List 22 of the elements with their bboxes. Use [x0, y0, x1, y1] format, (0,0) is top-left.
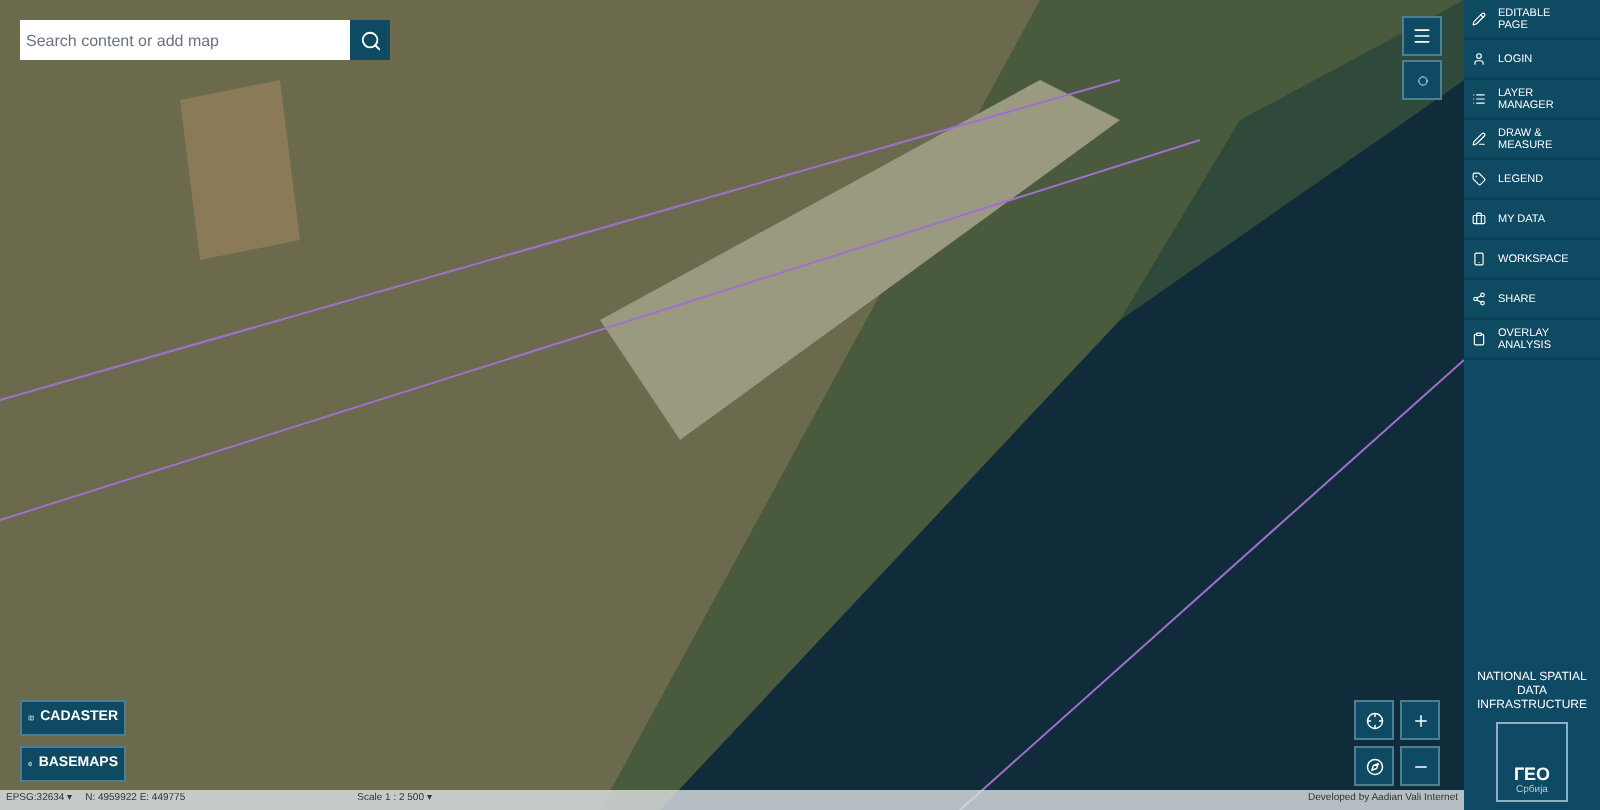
- layers-icon: [1472, 92, 1486, 106]
- share-icon: [1472, 292, 1486, 306]
- compass-button[interactable]: [1354, 746, 1394, 786]
- overlay-icon: [1472, 332, 1486, 346]
- zoom-in-button[interactable]: [1400, 700, 1440, 740]
- search-icon: [359, 29, 381, 51]
- compass-icon: [1365, 757, 1383, 775]
- legend-icon: [1472, 172, 1486, 186]
- workspace-icon: [1472, 252, 1486, 266]
- menu-icon: [1412, 26, 1432, 46]
- data-icon: [1472, 212, 1486, 226]
- logo-text: ГЕО: [1513, 764, 1551, 784]
- edit-icon: [1472, 12, 1486, 26]
- draw-icon: [1472, 132, 1486, 146]
- dot-icon: [1417, 75, 1427, 85]
- menu-button[interactable]: [1402, 16, 1442, 56]
- plus-icon: [1411, 711, 1429, 729]
- login-icon: [1472, 52, 1486, 66]
- locate-button[interactable]: [1354, 700, 1394, 740]
- dot-button[interactable]: [1402, 60, 1442, 100]
- search-button[interactable]: [350, 20, 390, 60]
- crosshair-icon: [1365, 711, 1383, 729]
